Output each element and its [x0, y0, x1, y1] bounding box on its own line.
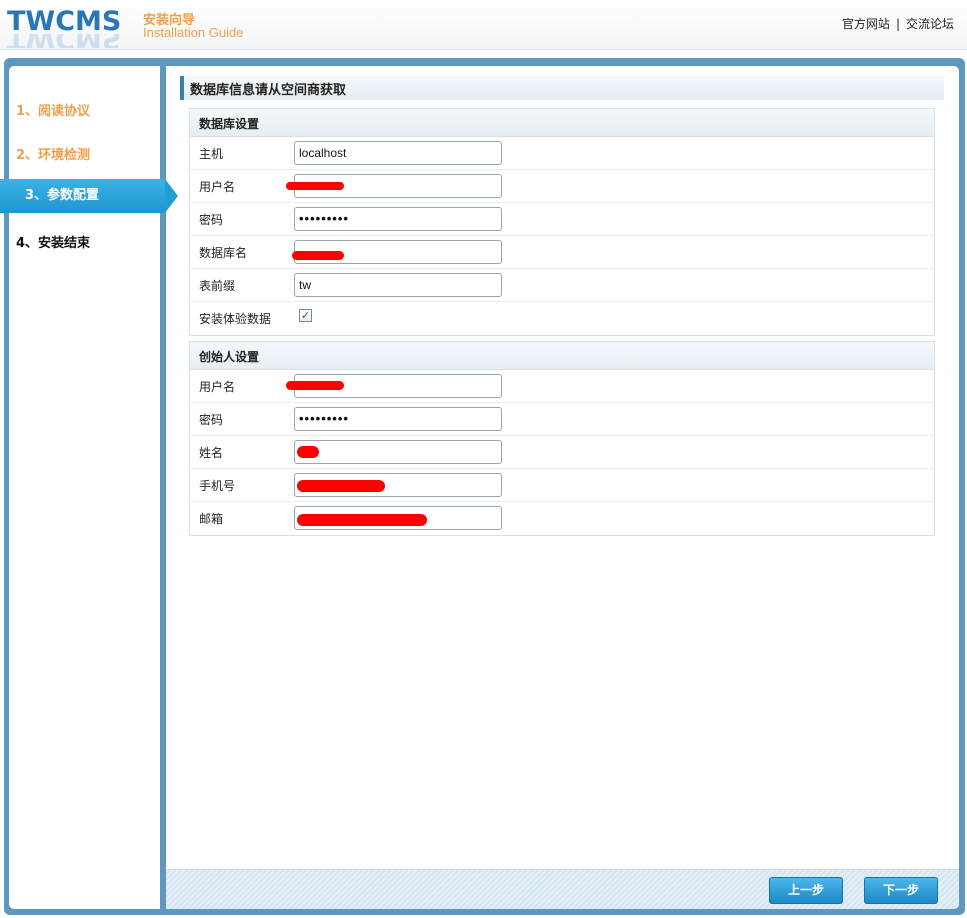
redaction-mark [297, 514, 427, 526]
active-step-label: 3、参数配置 [25, 188, 100, 203]
db-host-row: 主机 localhost [190, 137, 934, 170]
db-name-label: 数据库名 [199, 246, 248, 260]
step-read-agreement: 1、阅读协议 [16, 104, 91, 119]
step-env-check: 2、环境检测 [16, 148, 91, 163]
demo-data-label: 安装体验数据 [199, 312, 272, 326]
db-settings-header: 数据库设置 [190, 109, 934, 137]
db-password-input[interactable]: ••••••••• [294, 207, 502, 231]
db-prefix-row: 表前缀 tw [190, 269, 934, 302]
db-prefix-label: 表前缀 [199, 279, 236, 293]
redaction-mark [286, 381, 344, 390]
founder-password-input[interactable]: ••••••••• [294, 407, 502, 431]
header: TWCMS TWCMS 安装向导 Installation Guide 官方网站… [0, 0, 967, 50]
forum-link[interactable]: 交流论坛 [906, 17, 954, 31]
demo-data-checkbox[interactable]: ✓ [299, 309, 312, 322]
db-host-input[interactable]: localhost [294, 141, 502, 165]
demo-data-row: 安装体验数据 ✓ [190, 302, 934, 335]
db-password-label: 密码 [199, 213, 224, 227]
redaction-mark [292, 251, 344, 260]
founder-name-input[interactable] [294, 440, 502, 464]
founder-settings-group: 创始人设置 用户名 密码 ••••••••• 姓名 手机号 邮箱 [189, 341, 935, 536]
db-host-label: 主机 [199, 147, 224, 161]
link-separator: | [895, 17, 900, 31]
founder-phone-label: 手机号 [199, 479, 236, 493]
founder-email-label: 邮箱 [199, 512, 224, 526]
founder-name-label: 姓名 [199, 446, 224, 460]
step-install-finish: 4、安装结束 [16, 236, 91, 251]
section-title: 数据库信息请从空间商获取 [190, 83, 347, 98]
db-settings-group: 数据库设置 主机 localhost 用户名 密码 ••••••••• 数据库名… [189, 108, 935, 336]
twcms-logo: TWCMS TWCMS [7, 4, 129, 48]
db-settings-title: 数据库设置 [199, 117, 260, 131]
redaction-mark [286, 182, 344, 190]
prev-step-button[interactable]: 上一步 [769, 877, 843, 904]
db-password-row: 密码 ••••••••• [190, 203, 934, 236]
db-prefix-input[interactable]: tw [294, 273, 502, 297]
active-step-arrow [165, 179, 178, 213]
founder-settings-title: 创始人设置 [199, 350, 260, 364]
redaction-mark [297, 480, 385, 492]
logo-reflection: TWCMS [7, 34, 129, 48]
step-param-config: 3、参数配置 [0, 179, 178, 213]
founder-password-label: 密码 [199, 413, 224, 427]
founder-password-row: 密码 ••••••••• [190, 403, 934, 436]
founder-user-label: 用户名 [199, 380, 236, 394]
top-links: 官方网站 | 交流论坛 [842, 15, 954, 32]
official-site-link[interactable]: 官方网站 [842, 17, 890, 31]
next-step-button[interactable]: 下一步 [864, 877, 938, 904]
redaction-mark [297, 446, 319, 458]
founder-settings-header: 创始人设置 [190, 342, 934, 370]
db-user-label: 用户名 [199, 180, 236, 194]
section-title-bar: 数据库信息请从空间商获取 [180, 76, 944, 100]
installer-title-en: Installation Guide [143, 25, 244, 40]
